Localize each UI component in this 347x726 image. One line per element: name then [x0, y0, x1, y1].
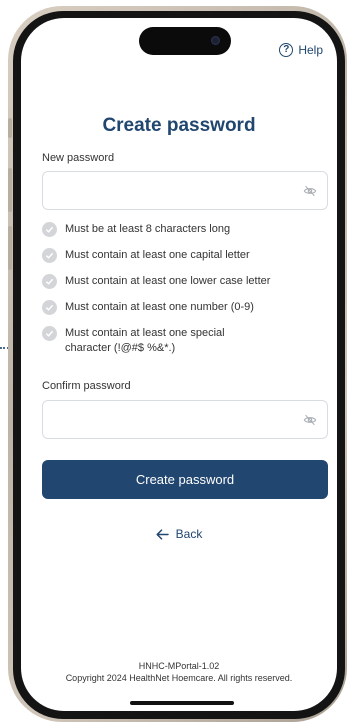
password-requirements: Must be at least 8 characters long Must … — [42, 222, 328, 367]
footer: HNHC-MPortal-1.02 Copyright 2024 HealthN… — [21, 660, 337, 684]
question-circle-icon: ? — [279, 43, 294, 57]
app-screen: ? Help Create password New password Must… — [21, 18, 337, 711]
new-password-input[interactable] — [43, 172, 303, 209]
help-link[interactable]: ? Help — [279, 43, 323, 57]
page-title: Create password — [102, 115, 256, 136]
confirm-password-field[interactable] — [42, 400, 328, 439]
check-circle-icon — [42, 248, 57, 263]
requirement-text: Must contain at least one special charac… — [65, 327, 225, 354]
check-circle-icon — [42, 326, 57, 341]
requirement-text: Must contain at least one lower case let… — [65, 275, 271, 287]
eye-off-icon[interactable] — [303, 413, 317, 427]
confirm-password-label: Confirm password — [42, 380, 131, 392]
home-indicator — [130, 701, 234, 705]
check-circle-icon — [42, 222, 57, 237]
dynamic-island — [139, 27, 231, 55]
create-password-button[interactable]: Create password — [42, 460, 328, 499]
front-camera — [211, 36, 220, 45]
new-password-field[interactable] — [42, 171, 328, 210]
requirement-item: Must be at least 8 characters long — [42, 222, 328, 237]
eye-off-icon[interactable] — [303, 184, 317, 198]
requirement-item: Must contain at least one lower case let… — [42, 274, 328, 289]
check-circle-icon — [42, 274, 57, 289]
confirm-password-input[interactable] — [43, 401, 303, 438]
copyright-text: Copyright 2024 HealthNet Hoemcare. All r… — [65, 673, 293, 683]
check-circle-icon — [42, 300, 57, 315]
requirement-item: Must contain at least one special charac… — [42, 326, 328, 356]
requirement-text: Must contain at least one number (0-9) — [65, 301, 254, 313]
screenshot-stage: ? Help Create password New password Must… — [0, 0, 347, 726]
back-label: Back — [175, 527, 203, 541]
requirement-item: Must contain at least one capital letter — [42, 248, 328, 263]
requirement-text: Must contain at least one capital letter — [65, 249, 250, 261]
phone-side-button — [8, 118, 12, 138]
phone-volume-up-button — [8, 168, 12, 212]
arrow-left-icon — [156, 528, 169, 540]
requirement-text: Must be at least 8 characters long — [65, 223, 231, 235]
phone-volume-down-button — [8, 226, 12, 270]
back-link[interactable]: Back — [21, 527, 337, 541]
help-label: Help — [298, 43, 323, 57]
version-text: HNHC-MPortal-1.02 — [138, 661, 220, 671]
new-password-label: New password — [42, 152, 115, 164]
requirement-item: Must contain at least one number (0-9) — [42, 300, 328, 315]
